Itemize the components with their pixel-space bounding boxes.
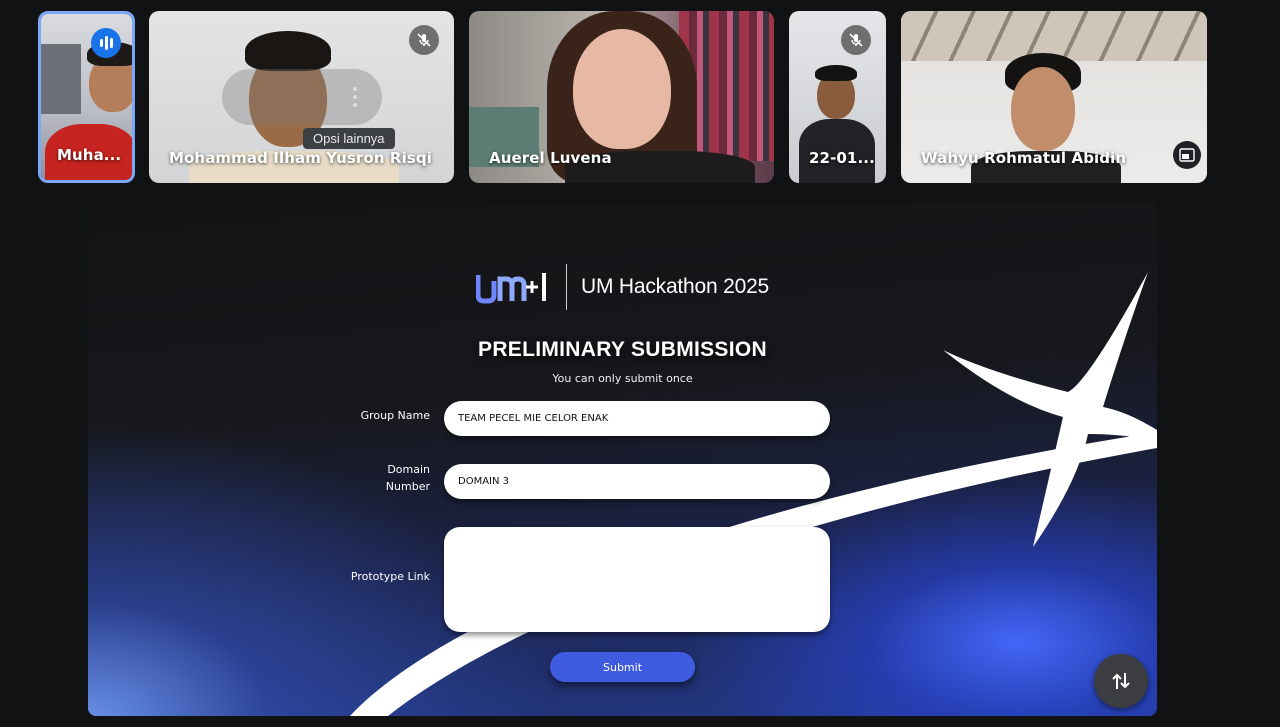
face bbox=[573, 29, 671, 149]
domain-number-field[interactable] bbox=[444, 464, 830, 499]
participant-name: Mohammad Ilham Yusron Risqi bbox=[169, 149, 432, 167]
brand-name: UM Hackathon 2025 bbox=[581, 275, 770, 298]
participant-tile-3[interactable]: Auerel Luvena bbox=[469, 11, 774, 183]
participant-name: Muha... bbox=[57, 146, 122, 164]
participant-tile-5[interactable]: Wahyu Rohmatul Abidin bbox=[901, 11, 1207, 183]
present-toggle-icon[interactable] bbox=[1094, 654, 1148, 708]
pip-icon[interactable] bbox=[1173, 141, 1201, 169]
mic-off-icon bbox=[409, 25, 439, 55]
mic-off-icon bbox=[841, 25, 871, 55]
face bbox=[1011, 67, 1075, 151]
brand-header: UM Hackathon 2025 bbox=[476, 264, 769, 310]
bunk-bed bbox=[41, 44, 81, 114]
shared-presentation: UM Hackathon 2025 PRELIMINARY SUBMISSION… bbox=[88, 202, 1157, 716]
form-subtitle: You can only submit once bbox=[552, 372, 693, 385]
group-name-field[interactable] bbox=[444, 401, 830, 436]
participant-tile-4[interactable]: 22-01... bbox=[789, 11, 886, 183]
participant-name: Auerel Luvena bbox=[489, 149, 612, 167]
group-name-label: Group Name bbox=[360, 409, 430, 422]
participant-name: 22-01... bbox=[809, 149, 875, 167]
participant-tile-2[interactable]: Mohammad Ilham Yusron Risqi bbox=[149, 11, 454, 183]
form-title: PRELIMINARY SUBMISSION bbox=[478, 338, 767, 361]
participant-tile-1[interactable]: Muha... bbox=[38, 11, 135, 183]
more-options-tooltip: Opsi lainnya bbox=[303, 128, 395, 149]
brand-logo bbox=[476, 273, 546, 304]
speaking-icon bbox=[91, 28, 121, 58]
domain-number-label: Domain Number bbox=[385, 463, 430, 493]
more-options-icon[interactable] bbox=[347, 83, 363, 111]
submit-button[interactable]: Submit bbox=[550, 652, 695, 682]
prototype-link-label: Prototype Link bbox=[350, 570, 430, 583]
prototype-link-field[interactable] bbox=[444, 527, 830, 632]
participant-name: Wahyu Rohmatul Abidin bbox=[921, 149, 1127, 167]
